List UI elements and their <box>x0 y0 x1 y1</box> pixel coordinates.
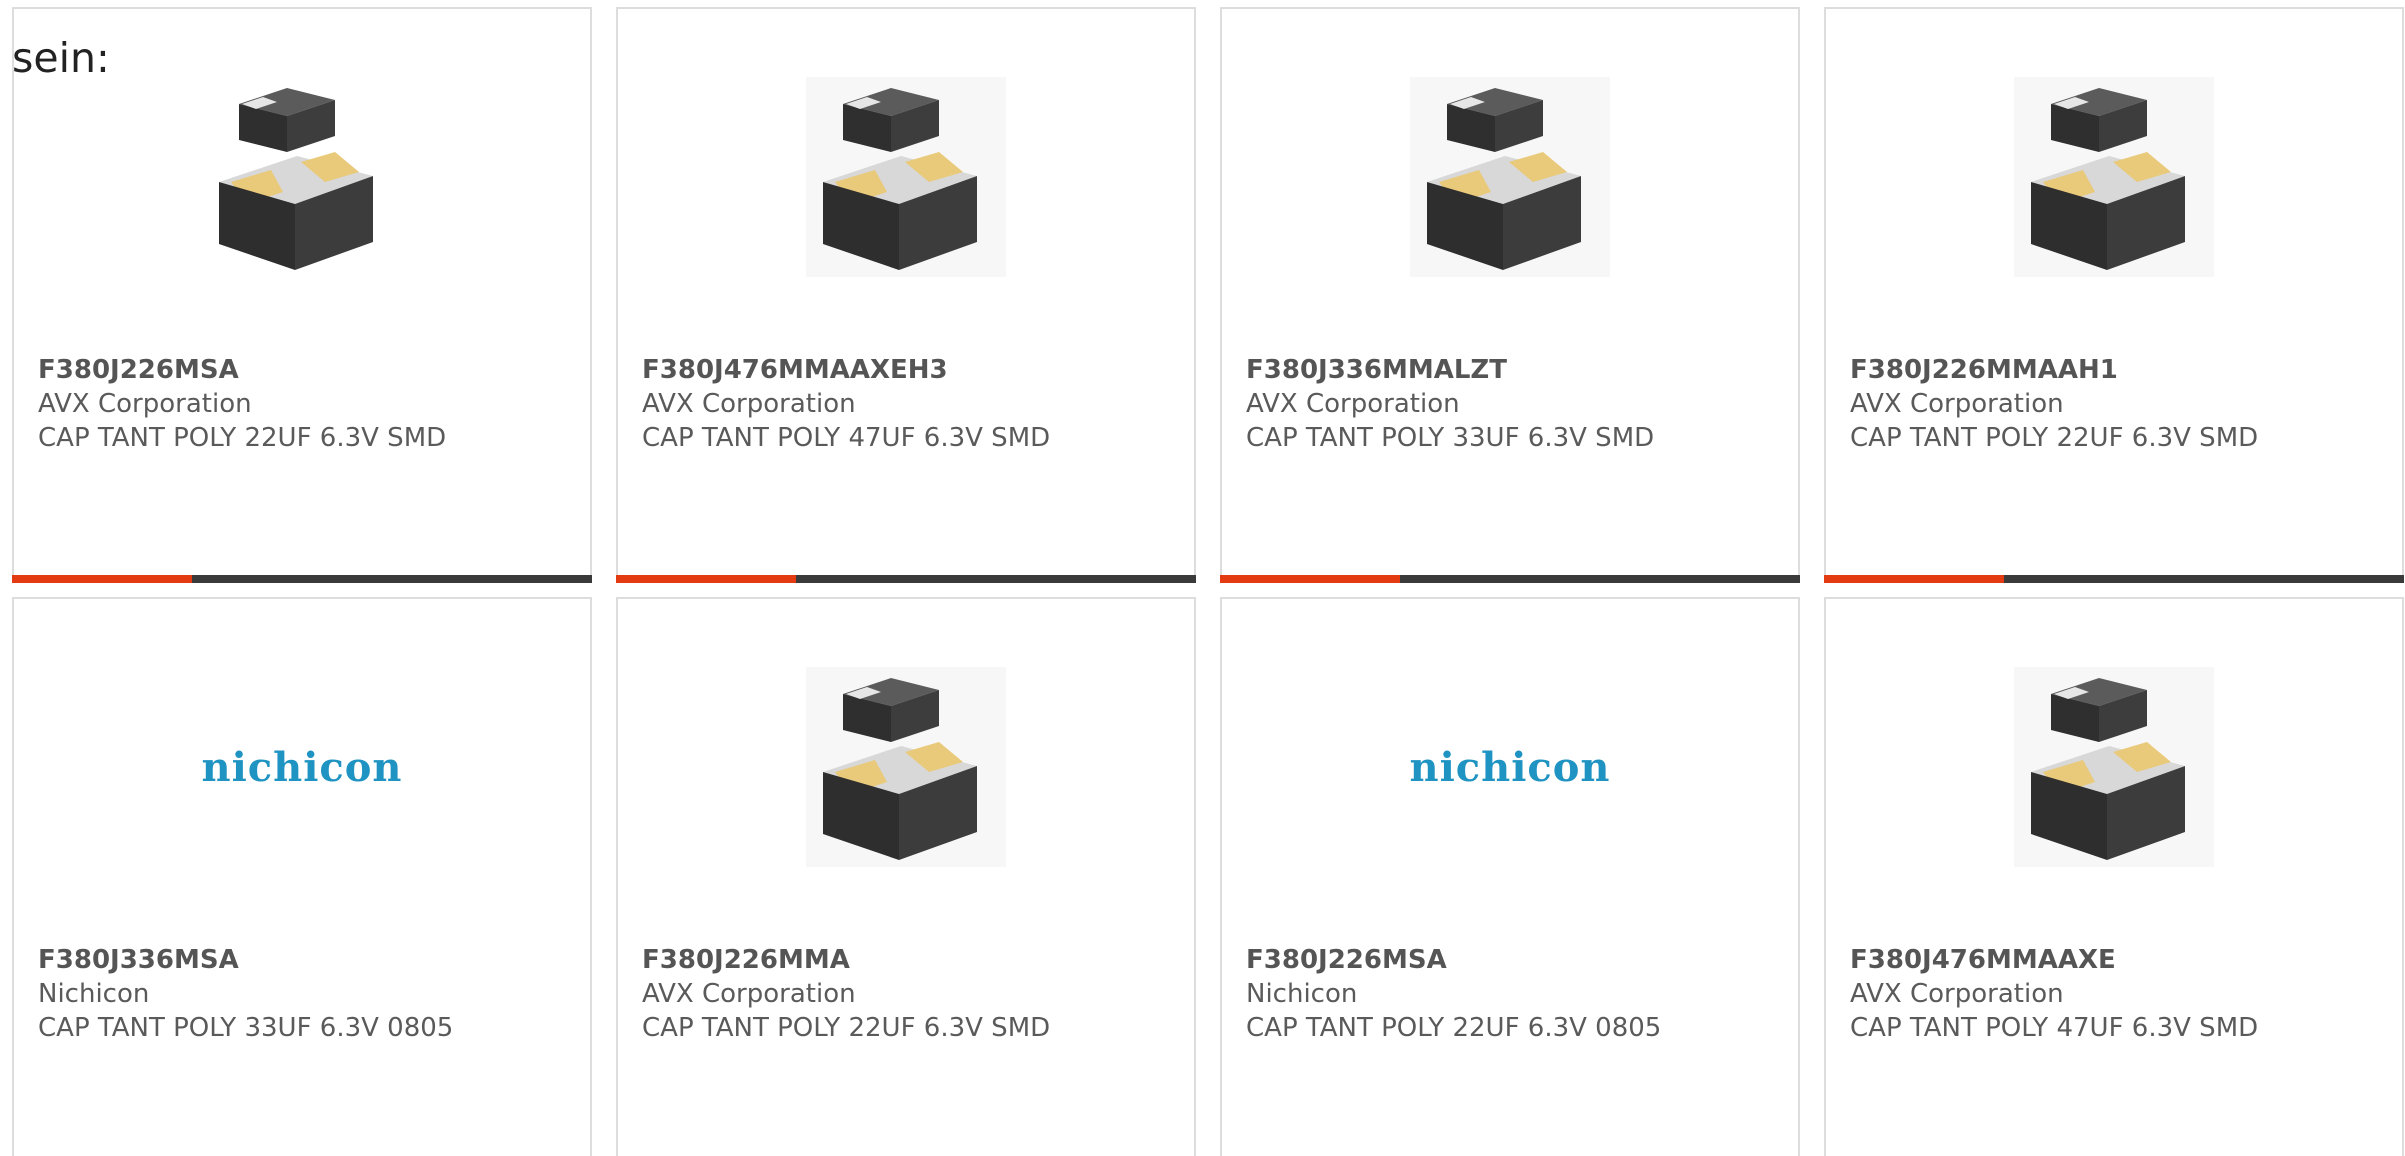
part-number-link[interactable]: F380J226MMA <box>642 943 1182 977</box>
progress-bar-fill <box>1220 575 1400 583</box>
progress-bar-fill <box>616 575 796 583</box>
progress-bar <box>1220 575 1800 583</box>
product-card[interactable]: nichicon F380J336MSA Nichicon CAP TANT POLY… <box>12 597 592 1156</box>
product-grid: F380J226MSA AVX Corporation CAP TANT POLY … <box>12 7 2404 1156</box>
progress-bar <box>12 575 592 583</box>
product-card[interactable]: F380J476MMAAXEH3 AVX Corporation CAP TANT … <box>616 7 1196 583</box>
nichicon-logo: nichicon <box>14 657 590 877</box>
product-photo <box>806 667 1006 867</box>
product-info: F380J476MMAAXEH3 AVX Corporation CAP TANT … <box>642 353 1182 455</box>
description: CAP TANT POLY 33UF 6.3V 0805 <box>38 1013 454 1043</box>
progress-bar <box>1824 575 2404 583</box>
progress-bar <box>616 575 1196 583</box>
product-photo <box>217 82 387 272</box>
part-number-link[interactable]: F380J226MMAAH1 <box>1850 353 2390 387</box>
manufacturer: AVX Corporation <box>1850 979 2064 1009</box>
description: CAP TANT POLY 22UF 6.3V SMD <box>38 423 447 453</box>
nichicon-logo-text: nichicon <box>1409 743 1611 791</box>
intro-text: sein: <box>12 34 110 82</box>
description: CAP TANT POLY 33UF 6.3V SMD <box>1246 423 1655 453</box>
product-photo <box>2014 77 2214 277</box>
product-photo <box>806 77 1006 277</box>
product-info: F380J226MMAAH1 AVX Corporation CAP TANT PO… <box>1850 353 2390 455</box>
part-number-link[interactable]: F380J336MSA <box>38 943 578 977</box>
part-number-link[interactable]: F380J226MSA <box>38 353 578 387</box>
product-info: F380J336MMALZT AVX Corporation CAP TANT PO… <box>1246 353 1786 455</box>
description: CAP TANT POLY 22UF 6.3V 0805 <box>1246 1013 1662 1043</box>
capacitor-chip-image <box>618 67 1194 287</box>
progress-bar-fill <box>12 575 192 583</box>
manufacturer: AVX Corporation <box>1850 389 2064 419</box>
manufacturer: AVX Corporation <box>642 979 856 1009</box>
product-card[interactable]: F380J336MMALZT AVX Corporation CAP TANT PO… <box>1220 7 1800 583</box>
capacitor-chip-image <box>1222 67 1798 287</box>
progress-bar-fill <box>1824 575 2004 583</box>
product-photo <box>2014 667 2214 867</box>
manufacturer: Nichicon <box>38 979 150 1009</box>
product-card[interactable]: F380J226MMA AVX Corporation CAP TANT POLY … <box>616 597 1196 1156</box>
capacitor-chip-image <box>618 657 1194 877</box>
capacitor-chip-image <box>1826 67 2402 287</box>
manufacturer: AVX Corporation <box>1246 389 1460 419</box>
product-card[interactable]: F380J476MMAAXE AVX Corporation CAP TANT PO… <box>1824 597 2404 1156</box>
page: sein: F380J226MSA AVX Corporation CAP TANT… <box>0 0 2405 1156</box>
part-number-link[interactable]: F380J476MMAAXEH3 <box>642 353 1182 387</box>
description: CAP TANT POLY 47UF 6.3V SMD <box>1850 1013 2259 1043</box>
product-card[interactable]: F380J226MSA AVX Corporation CAP TANT POLY … <box>12 7 592 583</box>
manufacturer: Nichicon <box>1246 979 1358 1009</box>
product-info: F380J226MSA AVX Corporation CAP TANT POLY … <box>38 353 578 455</box>
description: CAP TANT POLY 47UF 6.3V SMD <box>642 423 1051 453</box>
part-number-link[interactable]: F380J476MMAAXE <box>1850 943 2390 977</box>
description: CAP TANT POLY 22UF 6.3V SMD <box>642 1013 1051 1043</box>
part-number-link[interactable]: F380J336MMALZT <box>1246 353 1786 387</box>
capacitor-chip-image <box>14 67 590 287</box>
product-photo <box>1410 77 1610 277</box>
manufacturer: AVX Corporation <box>642 389 856 419</box>
product-info: F380J336MSA Nichicon CAP TANT POLY 33UF 6.… <box>38 943 578 1045</box>
manufacturer: AVX Corporation <box>38 389 252 419</box>
capacitor-chip-image <box>1826 657 2402 877</box>
product-card[interactable]: F380J226MMAAH1 AVX Corporation CAP TANT PO… <box>1824 7 2404 583</box>
nichicon-logo-text: nichicon <box>201 743 403 791</box>
product-info: F380J476MMAAXE AVX Corporation CAP TANT PO… <box>1850 943 2390 1045</box>
nichicon-logo: nichicon <box>1222 657 1798 877</box>
product-card[interactable]: nichicon F380J226MSA Nichicon CAP TANT POLY… <box>1220 597 1800 1156</box>
description: CAP TANT POLY 22UF 6.3V SMD <box>1850 423 2259 453</box>
product-info: F380J226MSA Nichicon CAP TANT POLY 22UF 6.… <box>1246 943 1786 1045</box>
product-info: F380J226MMA AVX Corporation CAP TANT POLY … <box>642 943 1182 1045</box>
part-number-link[interactable]: F380J226MSA <box>1246 943 1786 977</box>
